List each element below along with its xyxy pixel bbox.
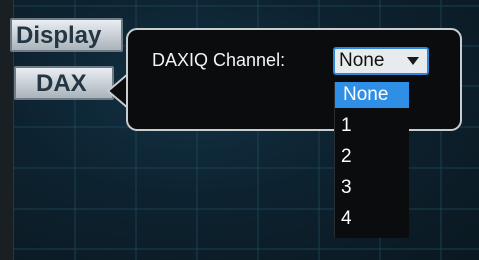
dropdown-option-4[interactable]: 4	[335, 206, 409, 232]
dax-button[interactable]: DAX	[14, 66, 114, 100]
dropdown-option-1[interactable]: 1	[335, 113, 409, 139]
display-button[interactable]: Display	[10, 18, 123, 52]
dax-popup	[126, 28, 462, 131]
panadapter-display: Display DAX DAXIQ Channel: None None 1 2…	[0, 0, 479, 260]
chevron-down-icon[interactable]	[407, 57, 419, 65]
daxiq-channel-select[interactable]: None	[333, 47, 429, 75]
dropdown-option-none[interactable]: None	[335, 82, 409, 108]
daxiq-channel-dropdown-list: None 1 2 3 4	[334, 82, 409, 238]
dropdown-option-2[interactable]: 2	[335, 144, 409, 170]
daxiq-channel-label: DAXIQ Channel:	[152, 50, 286, 70]
daxiq-channel-selected-value: None	[339, 50, 385, 71]
dropdown-option-3[interactable]: 3	[335, 175, 409, 201]
